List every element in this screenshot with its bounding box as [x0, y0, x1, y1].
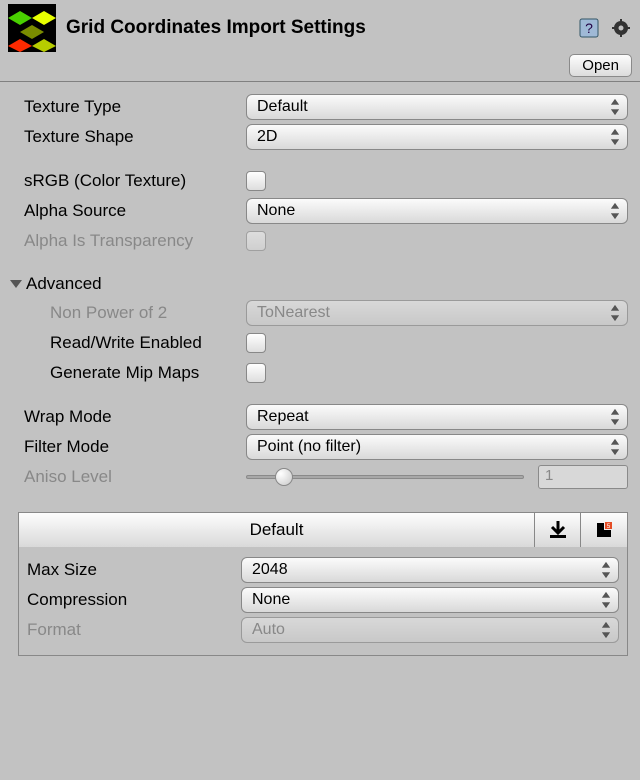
- wrap-mode-label: Wrap Mode: [24, 407, 246, 427]
- platform-tab-standalone[interactable]: [535, 513, 581, 547]
- filter-mode-label: Filter Mode: [24, 437, 246, 457]
- advanced-foldout[interactable]: Advanced: [10, 270, 628, 298]
- texture-shape-label: Texture Shape: [24, 127, 246, 147]
- npot-dropdown: ToNearest: [246, 300, 628, 326]
- page-title: Grid Coordinates Import Settings: [66, 17, 568, 39]
- mip-checkbox[interactable]: [246, 363, 266, 383]
- npot-label: Non Power of 2: [50, 303, 246, 323]
- alpha-source-label: Alpha Source: [24, 201, 246, 221]
- settings-gear-icon[interactable]: [610, 17, 632, 39]
- maxsize-label: Max Size: [27, 560, 241, 580]
- srgb-checkbox[interactable]: [246, 171, 266, 191]
- platform-tab-webgl[interactable]: 5: [581, 513, 627, 547]
- help-icon[interactable]: ?: [578, 17, 600, 39]
- srgb-label: sRGB (Color Texture): [24, 171, 246, 191]
- platform-tab-default[interactable]: Default: [19, 513, 535, 547]
- compression-dropdown[interactable]: None: [241, 587, 619, 613]
- chevron-down-icon: [10, 280, 22, 288]
- rw-label: Read/Write Enabled: [50, 333, 246, 353]
- aniso-slider: [246, 475, 524, 479]
- filter-mode-dropdown[interactable]: Point (no filter): [246, 434, 628, 460]
- open-button[interactable]: Open: [569, 54, 632, 77]
- rw-checkbox[interactable]: [246, 333, 266, 353]
- mip-label: Generate Mip Maps: [50, 363, 246, 383]
- wrap-mode-dropdown[interactable]: Repeat: [246, 404, 628, 430]
- platform-settings-panel: Default 5 Max Size 2048 Compression None…: [18, 512, 628, 656]
- advanced-heading: Advanced: [26, 274, 102, 294]
- texture-shape-dropdown[interactable]: 2D: [246, 124, 628, 150]
- asset-preview-icon: [8, 4, 56, 52]
- texture-type-label: Texture Type: [24, 97, 246, 117]
- alpha-transparency-label: Alpha Is Transparency: [24, 231, 246, 251]
- maxsize-dropdown[interactable]: 2048: [241, 557, 619, 583]
- slider-thumb-icon: [275, 468, 293, 486]
- compression-label: Compression: [27, 590, 241, 610]
- texture-type-dropdown[interactable]: Default: [246, 94, 628, 120]
- aniso-label: Aniso Level: [24, 467, 246, 487]
- alpha-transparency-checkbox: [246, 231, 266, 251]
- aniso-value: 1: [538, 465, 628, 489]
- format-dropdown: Auto: [241, 617, 619, 643]
- format-label: Format: [27, 620, 241, 640]
- svg-text:?: ?: [585, 20, 593, 36]
- alpha-source-dropdown[interactable]: None: [246, 198, 628, 224]
